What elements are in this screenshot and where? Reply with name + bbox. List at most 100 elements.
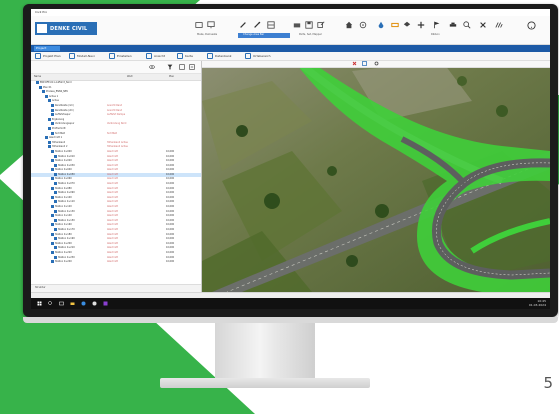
tree-row-label: Station 0+150: [58, 218, 75, 222]
subtab-modell-navi[interactable]: Modell-Navi: [69, 53, 95, 59]
subtab-projekt-plan[interactable]: Projekt Plan: [35, 53, 61, 59]
tree-row-label: Station 0+050: [58, 172, 75, 176]
tree-node-icon: [54, 163, 57, 167]
expand-icon[interactable]: [179, 64, 185, 70]
tree-node-icon: [51, 205, 54, 209]
subtab-label: Ortsbereich: [253, 54, 271, 58]
subtab-datenbank[interactable]: Datenbank: [207, 53, 231, 59]
tree-row-label: Verbindungsspur: [55, 122, 75, 126]
column-header-plan[interactable]: Plan: [169, 74, 174, 80]
eye-icon[interactable]: [149, 64, 155, 70]
tree-node-icon: [51, 131, 54, 135]
tree-node-icon: [48, 140, 51, 144]
ribbon-toolbar: DENKE CIVIL Make, Delineate Change Area …: [31, 16, 550, 45]
taskbar-clock: 10:45 01.03.2024: [529, 299, 546, 307]
browser-icon[interactable]: [81, 301, 86, 306]
tree-row-label: Randbreite (1m): [55, 103, 74, 107]
tree-node-icon: [51, 113, 54, 117]
save-icon[interactable]: [305, 21, 313, 29]
app-icon[interactable]: [92, 301, 97, 306]
drop-icon[interactable]: [377, 21, 385, 29]
plus-icon[interactable]: [417, 21, 425, 29]
edit-icon[interactable]: [253, 21, 261, 29]
pencil-icon[interactable]: [239, 21, 247, 29]
flag-icon[interactable]: [433, 21, 441, 29]
measure-icon[interactable]: [391, 21, 399, 29]
tree-row-label: Station 0+020: [55, 159, 72, 163]
target-icon[interactable]: [359, 21, 367, 29]
subtab-label: Ansicht: [154, 54, 166, 58]
subtab-label: Karte: [185, 54, 194, 58]
tree-node-icon: [54, 218, 57, 222]
column-header-name[interactable]: Name: [34, 74, 41, 80]
cross-icon[interactable]: [479, 21, 487, 29]
location-icon: [245, 53, 251, 59]
tree-row-label: Station 0+240: [55, 260, 72, 264]
subtab-ansicht[interactable]: Ansicht: [146, 53, 165, 59]
monitor-icon[interactable]: [207, 21, 215, 29]
civil-app-icon[interactable]: [103, 301, 108, 306]
taskbar-search-icon[interactable]: [48, 301, 53, 306]
tree-row-label: Profilschnitt: [52, 126, 66, 130]
map-close-icon[interactable]: [352, 61, 357, 66]
tab-project[interactable]: Project: [34, 46, 60, 51]
tree-node-icon: [54, 182, 57, 186]
collapse-icon[interactable]: [189, 64, 195, 70]
map-3d-view[interactable]: [202, 61, 550, 292]
tree-node-icon: [48, 117, 51, 121]
tree-node-icon: [42, 90, 45, 94]
tree-node-icon: [51, 214, 54, 218]
subtab-label: Datenbank: [215, 54, 232, 58]
file-explorer-icon[interactable]: [70, 301, 75, 306]
map-settings-icon[interactable]: [374, 61, 379, 66]
car-icon[interactable]: [449, 21, 457, 29]
tree-node-icon: [48, 145, 51, 149]
page-number: 5: [543, 374, 553, 392]
tree-row-label: Auffahrtsspur: [55, 113, 71, 117]
tree-row-label: Station 0+120: [55, 205, 72, 209]
monitor-bezel: Civil Pro DENKE CIVIL Make, Delineate Ch…: [23, 4, 558, 317]
tree-node-icon: [51, 186, 54, 190]
monitor-screen: Civil Pro DENKE CIVIL Make, Delineate Ch…: [31, 9, 550, 309]
search-icon[interactable]: [463, 21, 471, 29]
tree-row[interactable]: Station 0+240 Abschnitt 10,000: [31, 260, 201, 265]
export-icon[interactable]: [317, 21, 325, 29]
tree-node-icon: [54, 191, 57, 195]
column-header-value[interactable]: Wert: [127, 74, 133, 80]
filter-icon[interactable]: [167, 64, 173, 70]
subtab-einstellen[interactable]: Einstellen: [109, 53, 132, 59]
task-view-icon[interactable]: [59, 301, 64, 306]
tree: [346, 255, 358, 267]
folder-icon[interactable]: [293, 21, 301, 29]
tree-node-icon: [51, 232, 54, 236]
tree-node-icon: [51, 159, 54, 163]
tree-row-label: Station 0+170: [58, 228, 75, 231]
tree-node-icon: [54, 255, 57, 259]
tree: [327, 166, 337, 176]
monitor-stand-neck: [215, 323, 315, 378]
tree-row-label: Höhenband 2: [52, 145, 68, 149]
tree: [264, 193, 280, 209]
logo-text: DENKE CIVIL: [50, 25, 88, 32]
tree-row-label: Prozess_ENNS_NEU: [46, 90, 69, 94]
map-grid-icon[interactable]: [362, 61, 367, 66]
project-tree-panel: Name Wert Plan ERP-RFE-011 Auffahrt_Nord…: [31, 61, 202, 292]
panel-toolbar: [31, 61, 201, 74]
home-icon[interactable]: [345, 21, 353, 29]
subtab-ortsbereich[interactable]: Ortsbereich: [245, 53, 270, 59]
subtab-karte[interactable]: Karte: [177, 53, 193, 59]
map-icon: [177, 53, 183, 59]
tree-node-icon: [54, 246, 57, 250]
tree-node-icon: [36, 81, 39, 84]
layers-icon[interactable]: [403, 21, 411, 29]
panel-status-text: Struktur: [35, 286, 46, 289]
tree-node-icon: [45, 136, 48, 140]
tree-node-icon: [51, 177, 54, 181]
hatch-icon[interactable]: [495, 21, 503, 29]
start-icon[interactable]: [37, 301, 42, 306]
tree-node-icon: [51, 103, 54, 107]
help-icon[interactable]: [527, 21, 536, 30]
grid-icon[interactable]: [267, 21, 275, 29]
tree-node-icon: [48, 99, 51, 103]
window-icon[interactable]: [195, 21, 203, 29]
